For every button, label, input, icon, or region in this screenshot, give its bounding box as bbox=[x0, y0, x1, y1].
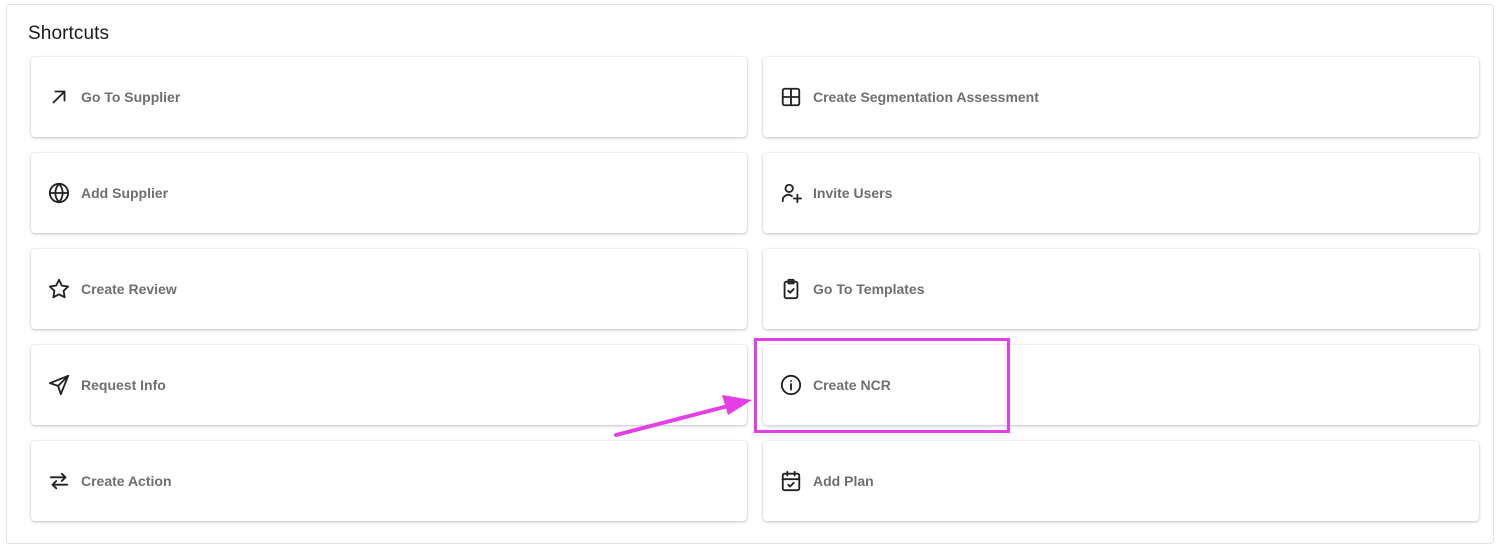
create-action-label: Create Action bbox=[81, 473, 172, 489]
globe-icon bbox=[48, 182, 70, 204]
go-to-templates-button[interactable]: Go To Templates bbox=[763, 249, 1479, 329]
create-segmentation-assessment-label: Create Segmentation Assessment bbox=[813, 89, 1039, 105]
panel-title: Shortcuts bbox=[28, 23, 110, 44]
create-review-button[interactable]: Create Review bbox=[31, 249, 747, 329]
calendar-check-icon bbox=[780, 470, 802, 492]
create-segmentation-assessment-button[interactable]: Create Segmentation Assessment bbox=[763, 57, 1479, 137]
request-info-button[interactable]: Request Info bbox=[31, 345, 747, 425]
go-to-supplier-label: Go To Supplier bbox=[81, 89, 181, 105]
add-plan-button[interactable]: Add Plan bbox=[763, 441, 1479, 521]
request-info-label: Request Info bbox=[81, 377, 166, 393]
info-circle-icon bbox=[780, 374, 802, 396]
add-plan-label: Add Plan bbox=[813, 473, 874, 489]
add-supplier-label: Add Supplier bbox=[81, 185, 169, 201]
create-ncr-button[interactable]: Create NCR bbox=[763, 345, 1479, 425]
go-to-supplier-button[interactable]: Go To Supplier bbox=[31, 57, 747, 137]
arrows-right-left-icon bbox=[48, 470, 70, 492]
add-supplier-button[interactable]: Add Supplier bbox=[31, 153, 747, 233]
arrow-up-right-icon bbox=[48, 86, 70, 108]
invite-users-label: Invite Users bbox=[813, 185, 893, 201]
create-action-button[interactable]: Create Action bbox=[31, 441, 747, 521]
user-plus-icon bbox=[780, 182, 802, 204]
clipboard-check-icon bbox=[780, 278, 802, 300]
go-to-templates-label: Go To Templates bbox=[813, 281, 925, 297]
create-review-label: Create Review bbox=[81, 281, 177, 297]
invite-users-button[interactable]: Invite Users bbox=[763, 153, 1479, 233]
send-icon bbox=[48, 374, 70, 396]
grid-icon bbox=[780, 86, 802, 108]
create-ncr-label: Create NCR bbox=[813, 377, 891, 393]
star-icon bbox=[48, 278, 70, 300]
